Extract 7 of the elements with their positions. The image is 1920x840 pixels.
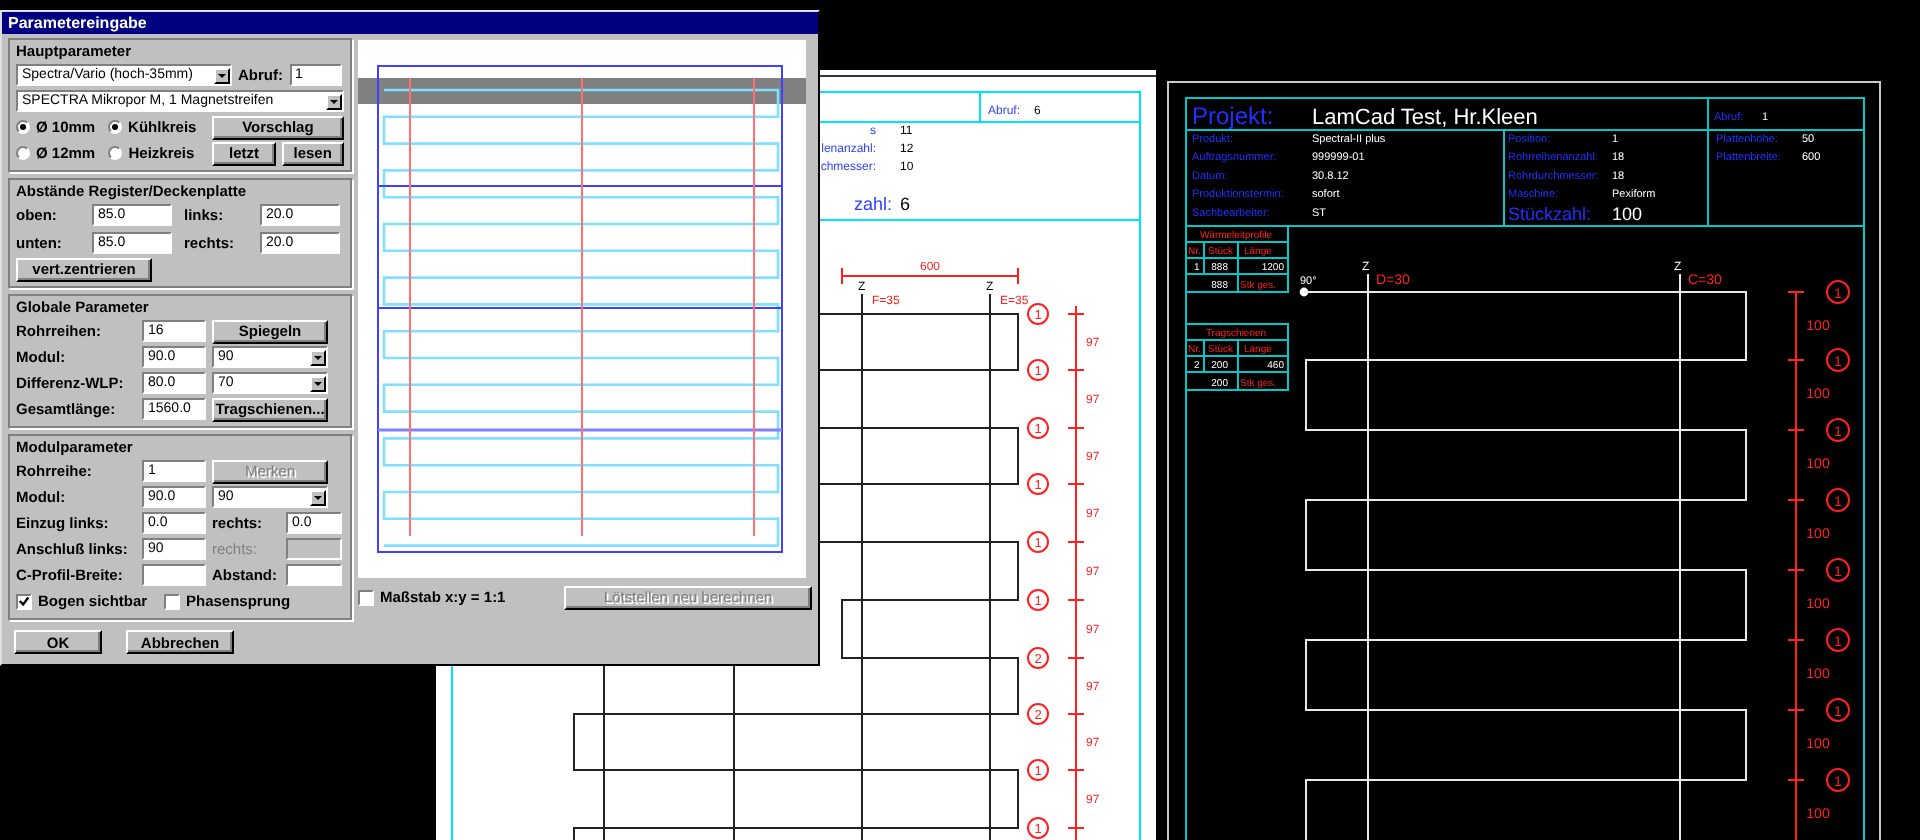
project-label: Projekt: [1192, 102, 1274, 130]
sheet-label: zahl: [854, 194, 893, 214]
window-title: Parametereingabe [2, 12, 818, 34]
sheet-label: Stückzahl: [1508, 204, 1592, 224]
project-name: LamCad Test, Hr.Kleen [1312, 106, 1538, 130]
sheet-value: 6 [900, 194, 911, 214]
sheet-value: 100 [1612, 204, 1643, 224]
